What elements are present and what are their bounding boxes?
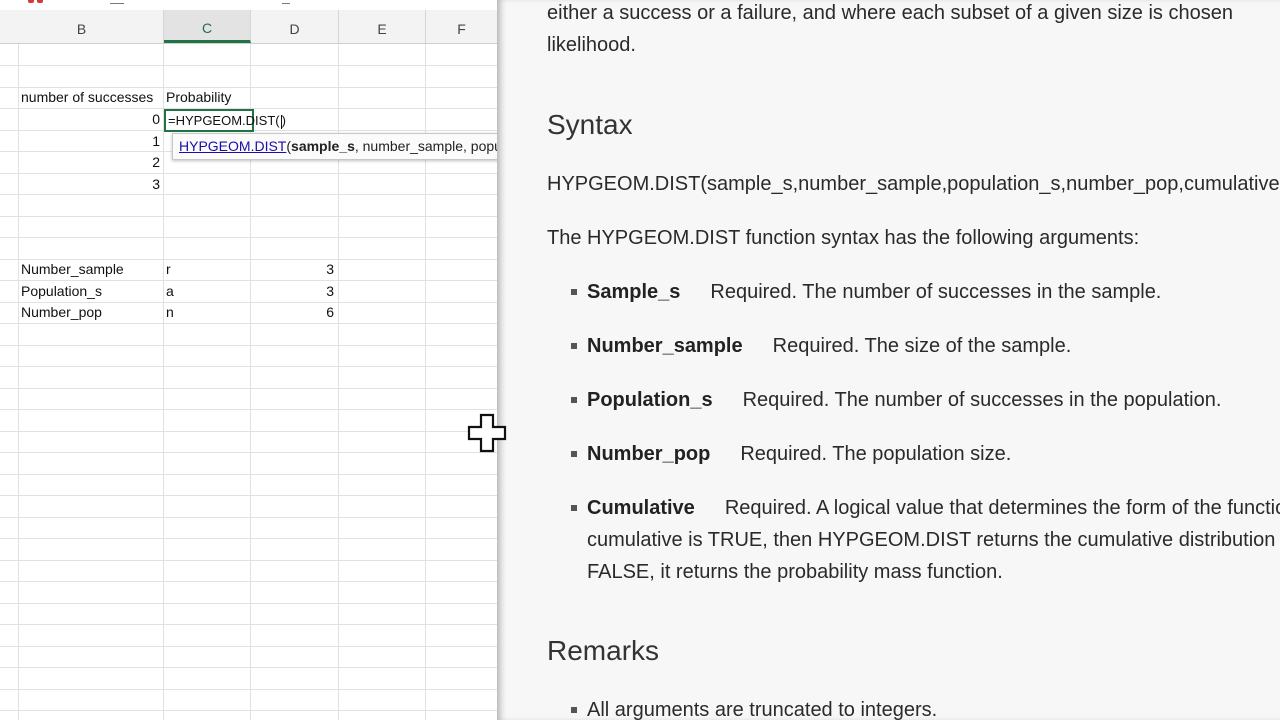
syntax-line: HYPGEOM.DIST(sample_s,number_sample,popu… (547, 173, 1280, 195)
remarks-heading: Remarks (547, 635, 660, 666)
argument-name: Cumulative (587, 497, 695, 519)
column-header-b[interactable]: B (0, 10, 164, 43)
cell-header-successes[interactable]: number of successes (21, 87, 153, 108)
cell-param-symbol[interactable]: a (166, 281, 174, 302)
cell-success-0[interactable]: 0 (20, 109, 160, 130)
argument-desc-cont: cumulative is TRUE, then HYPGEOM.DIST re… (587, 529, 1280, 551)
bullet (571, 707, 577, 713)
argument-name: Number_sample (587, 335, 743, 357)
cell-param-name[interactable]: Number_pop (21, 302, 102, 323)
bullet (571, 397, 577, 403)
spreadsheet-pane: B C D E F number of successes Probabilit… (0, 0, 497, 720)
argument-desc: Required. The size of the sample. (772, 335, 1072, 357)
function-signature-tooltip: HYPGEOM.DIST(sample_s, number_sample, po… (172, 133, 497, 160)
cell-success-3[interactable]: 3 (20, 174, 160, 195)
argument-desc: Required. A logical value that determine… (724, 497, 1280, 519)
function-help-link[interactable]: HYPGEOM.DIST (179, 138, 286, 154)
formula-text: =HYPGEOM.DIST() (168, 113, 286, 129)
intro-text: likelihood. (547, 34, 636, 56)
cell-param-name[interactable]: Number_sample (21, 259, 124, 280)
cell-header-probability[interactable]: Probability (166, 87, 231, 108)
bullet (571, 289, 577, 295)
cell-param-value[interactable]: 3 (252, 259, 334, 280)
argument-name: Population_s (587, 389, 713, 411)
cell-success-1[interactable]: 1 (20, 131, 160, 152)
argument-item: Cumulative Required. A logical value that… (587, 497, 1280, 520)
argument-item: Population_s Required. The number of succ… (587, 389, 1221, 412)
argument-desc: Required. The number of successes in the… (710, 281, 1162, 303)
cell-param-symbol[interactable]: n (166, 302, 174, 323)
argument-desc-cont: FALSE, it returns the probability mass f… (587, 561, 1003, 583)
cell-param-name[interactable]: Population_s (21, 281, 102, 302)
cell-param-value[interactable]: 3 (252, 281, 334, 302)
active-argument: sample_s (291, 138, 355, 154)
cell-success-2[interactable]: 2 (20, 152, 160, 173)
formula-cancel-icon[interactable] (28, 0, 44, 4)
argument-desc: Required. The population size. (740, 443, 1012, 465)
intro-text: either a success or a failure, and where… (547, 2, 1233, 24)
remark-item: All arguments are truncated to integers. (587, 699, 938, 720)
active-cell-editor[interactable]: =HYPGEOM.DIST() (164, 109, 286, 132)
formula-bar-fragment (282, 0, 290, 4)
bullet (571, 505, 577, 511)
argument-item: Sample_s Required. The number of successe… (587, 281, 1161, 304)
bullet (571, 343, 577, 349)
formula-bar-fragment (110, 0, 124, 4)
argument-desc: Required. The number of successes in the… (742, 389, 1222, 411)
cell-param-value[interactable]: 6 (252, 302, 334, 323)
arguments-intro: The HYPGEOM.DIST function syntax has the… (547, 227, 1140, 249)
cell-param-symbol[interactable]: r (166, 259, 171, 280)
move-cursor-icon (466, 412, 508, 454)
documentation-pane: either a success or a failure, and where… (497, 0, 1280, 720)
column-header-row: B C D E F (0, 10, 497, 44)
bullet (571, 451, 577, 457)
column-header-e[interactable]: E (339, 10, 426, 43)
syntax-heading: Syntax (547, 109, 633, 140)
argument-item: Number_sample Required. The size of the s… (587, 335, 1071, 358)
argument-name: Number_pop (587, 443, 711, 465)
column-header-d[interactable]: D (251, 10, 339, 43)
argument-item: Number_pop Required. The population size. (587, 443, 1011, 466)
column-header-c[interactable]: C (164, 10, 251, 43)
argument-name: Sample_s (587, 281, 681, 303)
column-header-f[interactable]: F (426, 10, 497, 43)
remaining-arguments: , number_sample, population_s, number_po… (354, 138, 497, 154)
